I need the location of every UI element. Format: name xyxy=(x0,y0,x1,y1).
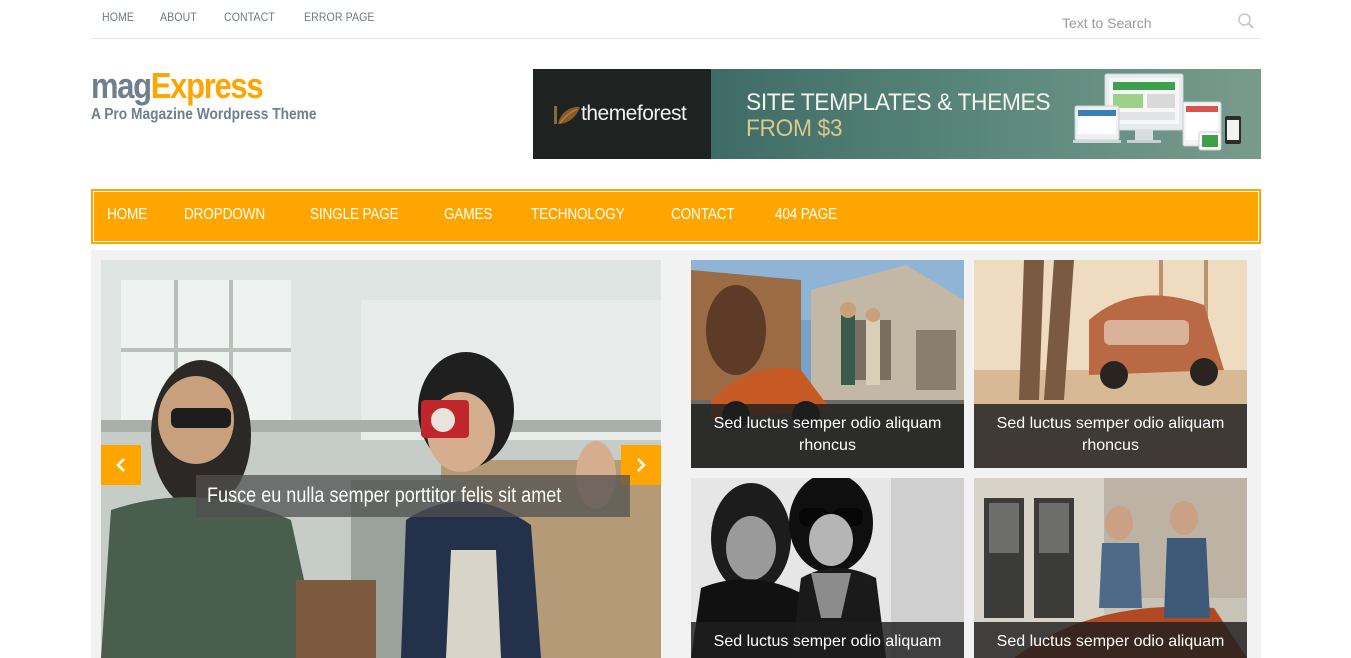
main-nav-single-page[interactable]: SINGLE PAGE xyxy=(310,206,399,224)
featured-tile-3[interactable]: Sed luctus semper odio aliquam xyxy=(691,478,964,658)
top-bar: HOME ABOUT CONTACT ERROR PAGE xyxy=(91,0,1261,39)
devices-illustration xyxy=(1073,73,1241,151)
top-nav-home[interactable]: HOME xyxy=(102,10,134,24)
slider-prev-button[interactable] xyxy=(101,445,141,485)
logo-title: magExpress xyxy=(91,65,264,106)
main-nav-home[interactable]: HOME xyxy=(107,206,147,224)
slider-caption-text: Fusce eu nulla semper porttitor felis si… xyxy=(207,484,562,507)
logo-part-express: Express xyxy=(150,65,264,106)
tile-3-caption: Sed luctus semper odio aliquam xyxy=(691,622,964,658)
search-icon[interactable] xyxy=(1237,12,1255,30)
themeforest-leaf-icon xyxy=(554,106,580,124)
banner-brand-panel: themeforest xyxy=(533,69,711,159)
logo-part-mag: mag xyxy=(91,65,152,106)
banner-line-2: FROM $3 xyxy=(746,115,843,142)
logo-tagline: A Pro Magazine Wordpress Theme xyxy=(91,106,317,123)
main-nav-list: HOME DROPDOWN SINGLE PAGE GAMES TECHNOLO… xyxy=(107,206,878,224)
main-nav-contact[interactable]: CONTACT xyxy=(671,206,735,224)
chevron-right-icon xyxy=(637,458,646,472)
main-nav-technology[interactable]: TECHNOLOGY xyxy=(531,206,625,224)
featured-slider[interactable] xyxy=(101,260,661,658)
top-nav-about[interactable]: ABOUT xyxy=(160,10,197,24)
slider-image xyxy=(101,260,661,658)
banner-line-1: SITE TEMPLATES & THEMES xyxy=(746,89,1051,116)
search-box xyxy=(1061,10,1261,36)
slider-caption[interactable]: Fusce eu nulla semper porttitor felis si… xyxy=(196,475,631,517)
tile-4-caption: Sed luctus semper odio aliquam xyxy=(974,622,1247,658)
chevron-left-icon xyxy=(116,458,125,472)
ad-banner[interactable]: themeforest SITE TEMPLATES & THEMES FROM… xyxy=(533,69,1261,159)
site-logo[interactable]: magExpress A Pro Magazine Wordpress Them… xyxy=(91,66,353,124)
featured-tile-2[interactable]: Sed luctus semper odio aliquam rhoncus xyxy=(974,260,1247,468)
main-nav-404-page[interactable]: 404 PAGE xyxy=(775,206,837,224)
search-input[interactable] xyxy=(1061,10,1231,36)
featured-tile-1[interactable]: Sed luctus semper odio aliquam rhoncus xyxy=(691,260,964,468)
featured-tile-4[interactable]: Sed luctus semper odio aliquam xyxy=(974,478,1247,658)
top-nav-error-page[interactable]: ERROR PAGE xyxy=(304,10,375,24)
tile-1-caption: Sed luctus semper odio aliquam rhoncus xyxy=(691,404,964,468)
top-nav-contact[interactable]: CONTACT xyxy=(224,10,275,24)
banner-message-panel: SITE TEMPLATES & THEMES FROM $3 xyxy=(711,69,1261,159)
tile-2-caption: Sed luctus semper odio aliquam rhoncus xyxy=(974,404,1247,468)
main-nav-games[interactable]: GAMES xyxy=(444,206,492,224)
main-nav: HOME DROPDOWN SINGLE PAGE GAMES TECHNOLO… xyxy=(91,189,1261,244)
top-nav: HOME ABOUT CONTACT ERROR PAGE xyxy=(102,10,406,24)
banner-brand: themeforest xyxy=(581,102,687,125)
main-nav-dropdown[interactable]: DROPDOWN xyxy=(184,206,265,224)
